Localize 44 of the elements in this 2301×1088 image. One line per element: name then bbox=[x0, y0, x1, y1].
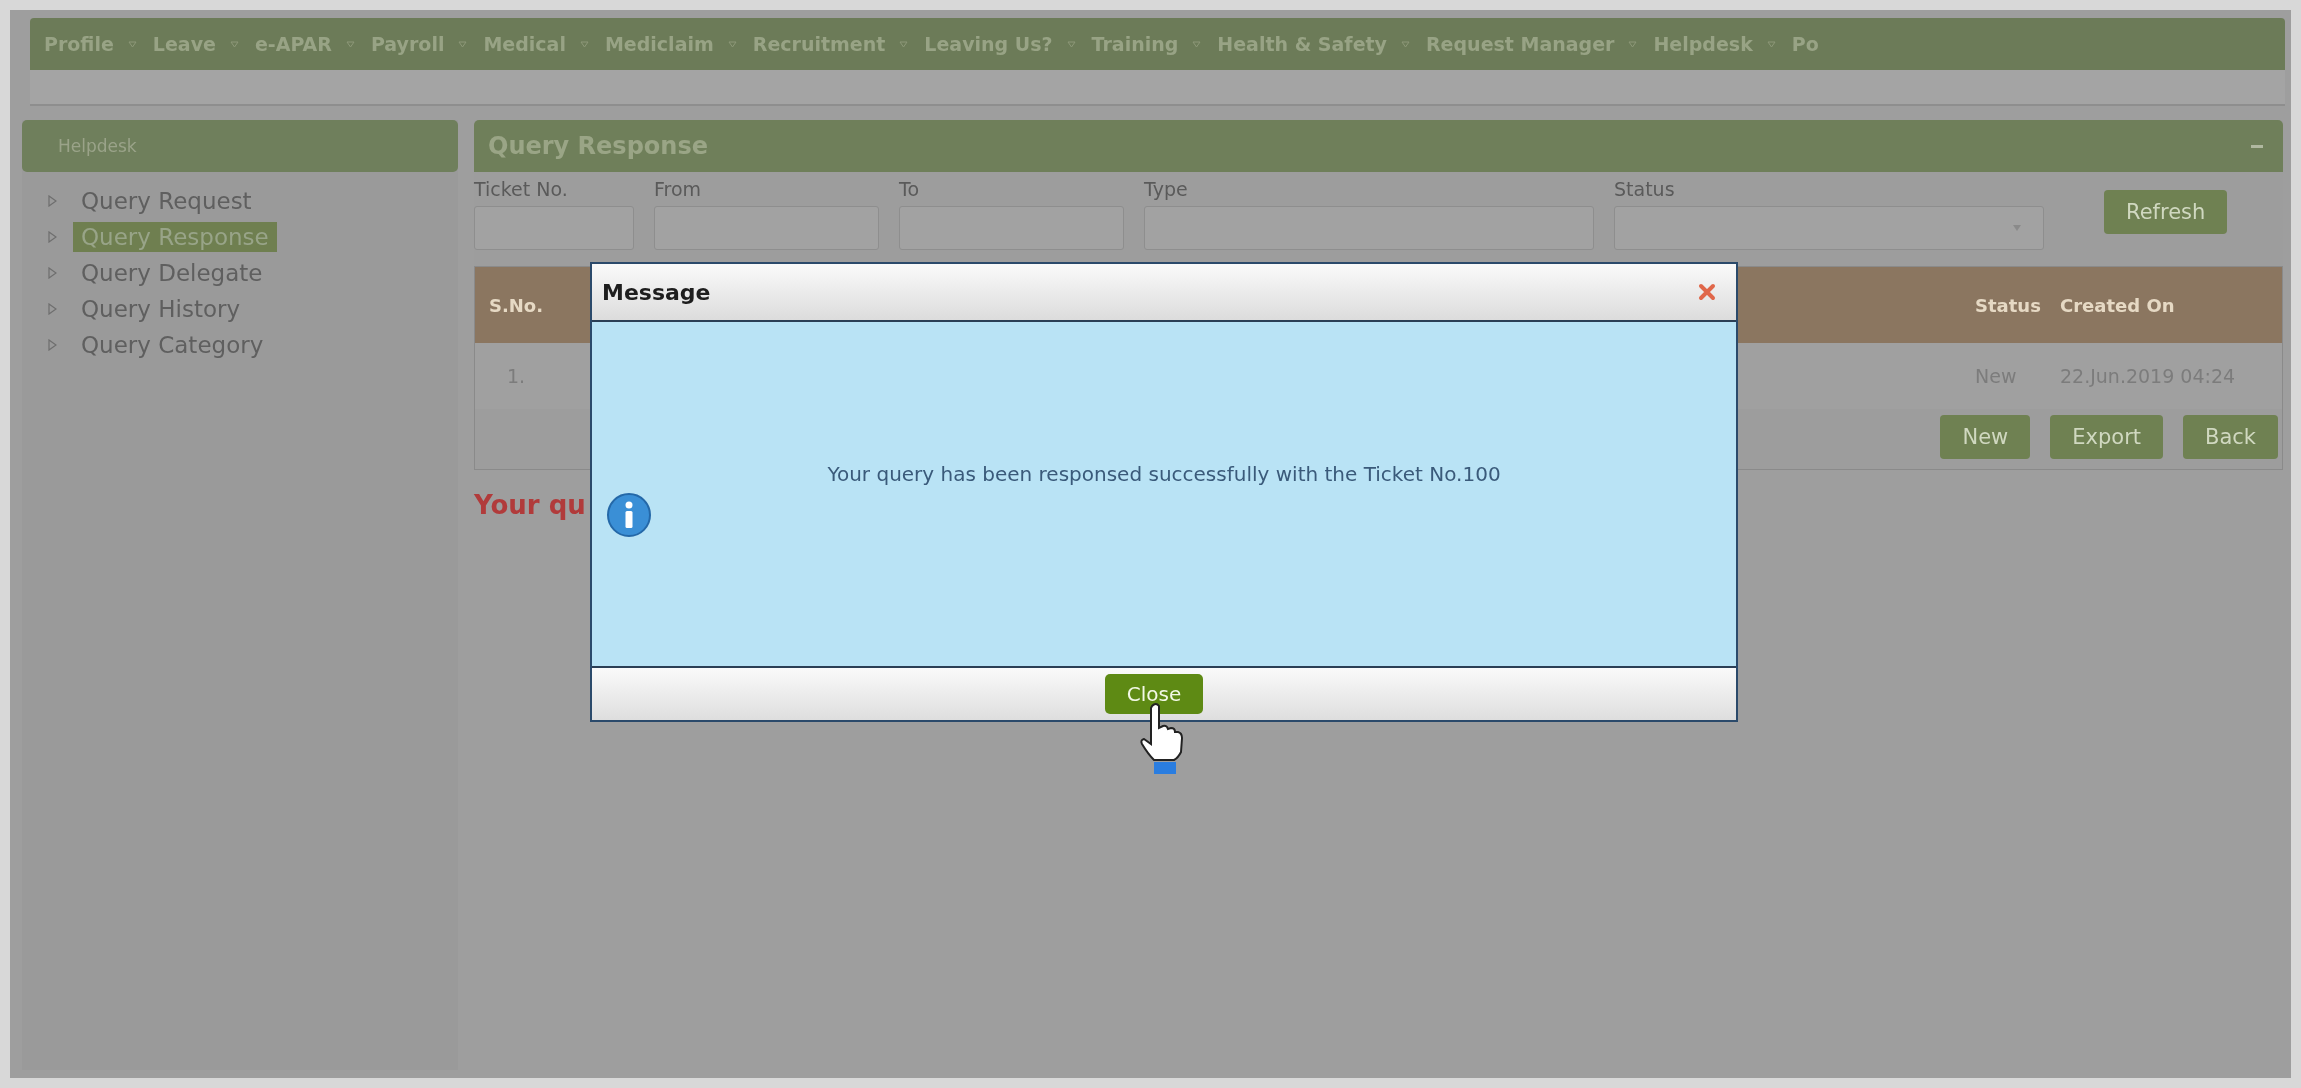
status-message: Your qu bbox=[474, 490, 586, 520]
info-icon bbox=[606, 492, 652, 538]
column-header: S.No. bbox=[487, 294, 545, 316]
caret-icon bbox=[127, 40, 137, 48]
field-label: To bbox=[899, 178, 920, 200]
dialog-message: Your query has been responsed successfully with the Ticket No.100 bbox=[826, 460, 1502, 488]
caret-icon bbox=[579, 40, 589, 48]
dropdown-arrow-icon bbox=[2013, 225, 2021, 231]
field-label: Type bbox=[1144, 178, 1189, 200]
refresh-button[interactable]: Refresh bbox=[2104, 190, 2228, 234]
sidebar-link[interactable]: Query Category bbox=[73, 330, 272, 360]
caret-icon bbox=[899, 40, 909, 48]
dialog-title: Message bbox=[602, 279, 711, 305]
caret-icon bbox=[1066, 40, 1076, 48]
caret-icon bbox=[458, 40, 468, 48]
action-button[interactable]: Back bbox=[2183, 415, 2278, 459]
caret-icon bbox=[1628, 40, 1638, 48]
status-select[interactable] bbox=[1614, 206, 2044, 250]
hand-cursor-icon bbox=[1138, 702, 1184, 776]
action-button[interactable]: New bbox=[1940, 415, 2031, 459]
triangle-icon bbox=[48, 231, 57, 243]
triangle-icon bbox=[48, 195, 57, 207]
field-label: Ticket No. bbox=[474, 178, 569, 200]
caret-icon bbox=[345, 40, 355, 48]
close-button[interactable]: Close bbox=[1104, 674, 1204, 714]
caret-icon bbox=[1192, 40, 1202, 48]
sidebar-link[interactable]: Query Response bbox=[73, 222, 277, 252]
column-header: Status bbox=[1974, 294, 2042, 316]
sidebar-link[interactable]: Query Delegate bbox=[73, 258, 271, 288]
field-label: From bbox=[654, 178, 703, 200]
caret-icon bbox=[229, 40, 239, 48]
triangle-icon bbox=[48, 339, 57, 351]
caret-icon bbox=[1401, 40, 1410, 48]
close-icon[interactable] bbox=[1698, 283, 1716, 301]
triangle-icon bbox=[48, 267, 57, 279]
action-button[interactable]: Export bbox=[2050, 415, 2163, 459]
field-label: Status bbox=[1614, 178, 1676, 200]
collapse-icon[interactable] bbox=[2251, 144, 2263, 148]
caret-icon bbox=[727, 40, 737, 48]
caret-icon bbox=[1766, 40, 1776, 48]
column-header: Created On bbox=[2059, 294, 2176, 316]
triangle-icon bbox=[48, 303, 57, 315]
sidebar-link[interactable]: Query Request bbox=[73, 186, 260, 216]
sidebar-link[interactable]: Query History bbox=[73, 294, 249, 324]
